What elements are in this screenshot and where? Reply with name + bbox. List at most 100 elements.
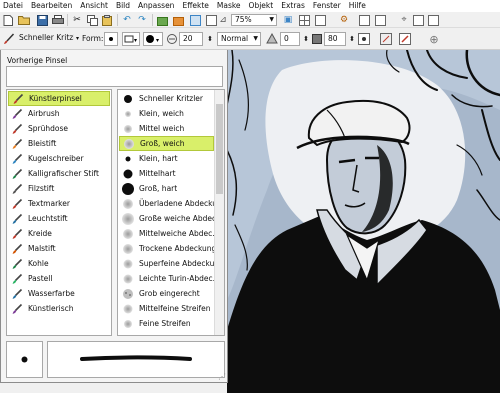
pressure-icon[interactable] — [380, 33, 392, 45]
dock-icon[interactable] — [358, 14, 370, 26]
brush-category-label: Filzstift — [28, 184, 55, 193]
brush-variant-item[interactable]: Groß, hart — [119, 181, 214, 196]
brush-variant-item[interactable]: Große weiche Abdec... — [119, 211, 214, 226]
brush-category-item[interactable]: Kalligrafischer Stift — [8, 166, 110, 181]
brush-variant-item[interactable]: Klein, weich — [119, 106, 214, 121]
brush-variant-item[interactable]: Trockene Abdeckung — [119, 241, 214, 256]
brush-preset-arrow-icon[interactable]: ▾ — [76, 32, 79, 46]
brush-category-item[interactable]: Textmarker — [8, 196, 110, 211]
brush-category-item[interactable]: Airbrush — [8, 106, 110, 121]
drawing-canvas[interactable] — [227, 50, 500, 393]
brush-variant-item[interactable]: Mittel weich — [119, 121, 214, 136]
panel-icon[interactable] — [412, 14, 424, 26]
zoom-select[interactable]: 75% ▼ — [231, 14, 277, 26]
snap-icon[interactable] — [314, 14, 326, 26]
options-icon[interactable]: ⚙ — [338, 14, 350, 26]
menu-maske[interactable]: Maske — [217, 0, 241, 12]
recent-brushes-list[interactable] — [6, 66, 223, 87]
add-preset-icon[interactable]: ⊕ — [428, 33, 440, 46]
menu-ansicht[interactable]: Ansicht — [80, 0, 108, 12]
brush-category-item[interactable]: Künstlerpinsel — [8, 91, 110, 106]
panel-resize-grip-icon[interactable]: ⋰ — [218, 372, 226, 381]
opacity-input[interactable]: 80 — [324, 32, 346, 46]
brush-preset-select[interactable]: Schneller Kritzler — [16, 32, 74, 46]
brush-variant-item[interactable]: Leichte Turin-Abdec... — [119, 271, 214, 286]
variant-list-scrollbar[interactable] — [214, 90, 224, 335]
guides-icon[interactable] — [298, 14, 310, 26]
blend-mode-select[interactable]: Normal ▼ — [217, 32, 261, 46]
brush-category-item[interactable]: Kugelschreiber — [8, 151, 110, 166]
menu-hilfe[interactable]: Hilfe — [349, 0, 366, 12]
calligraphy-pen-icon — [10, 168, 24, 180]
standard-toolbar: ✂ ↶ ↷ ⊿ 75% ▼ ▣ ⚙ ⌖ — [0, 12, 500, 28]
transparency-input[interactable]: 0 — [280, 32, 300, 46]
zoom-in-icon[interactable] — [189, 14, 201, 26]
brush-settings-icon[interactable] — [358, 33, 370, 45]
brush-variant-item[interactable]: Mittelhart — [119, 166, 214, 181]
open-icon[interactable] — [18, 14, 30, 26]
brush-variant-item[interactable]: Feine Streifen — [119, 316, 214, 331]
svg-text:▾: ▾ — [134, 37, 137, 44]
nib-select[interactable]: ▾ — [143, 32, 163, 46]
brush-category-item[interactable]: Pastell — [8, 271, 110, 286]
brush-category-item[interactable]: Sprühdose — [8, 121, 110, 136]
layers-icon[interactable] — [374, 14, 386, 26]
opacity-spinner-icon[interactable]: ⬍ — [346, 33, 358, 45]
brush-variant-item[interactable]: Sehr leicht ausgewas... — [119, 331, 214, 335]
soft-nib-icon — [122, 137, 136, 150]
brush-variant-label: Feine Streifen — [139, 319, 191, 328]
cut-icon[interactable]: ✂ — [71, 14, 83, 26]
brush-variant-label: Klein, weich — [139, 109, 184, 118]
paste-icon[interactable] — [101, 14, 113, 26]
brush-category-item[interactable]: Kreide — [8, 226, 110, 241]
print-icon[interactable] — [52, 14, 64, 26]
brush-category-item[interactable]: Bleistift — [8, 136, 110, 151]
menu-anpassen[interactable]: Anpassen — [138, 0, 174, 12]
brush-variant-item[interactable]: Schneller Kritzler — [119, 91, 214, 106]
highlighter-icon — [10, 198, 24, 210]
form-square-button[interactable]: ▾ — [122, 32, 140, 46]
undo-icon[interactable]: ↶ — [121, 14, 133, 26]
save-icon[interactable] — [36, 14, 48, 26]
brush-variant-item[interactable]: Überladene Abdecku... — [119, 196, 214, 211]
fit-icon[interactable] — [205, 14, 217, 26]
pin-icon[interactable]: ⌖ — [398, 14, 410, 26]
brush-variant-item[interactable]: Superfeine Abdeckung — [119, 256, 214, 271]
brush-category-item[interactable]: Kohle — [8, 256, 110, 271]
brush-category-item[interactable]: Künstlerisch — [8, 301, 110, 316]
form-round-button[interactable] — [104, 32, 118, 46]
brush-variant-label: Leichte Turin-Abdec... — [139, 274, 214, 283]
soft-nib-icon — [121, 257, 135, 271]
window-icon[interactable] — [427, 14, 439, 26]
rulers-icon[interactable]: ⊿ — [217, 14, 229, 26]
menu-bearbeiten[interactable]: Bearbeiten — [31, 0, 72, 12]
menu-objekt[interactable]: Objekt — [249, 0, 274, 12]
export-icon[interactable] — [172, 14, 184, 26]
brush-variant-item[interactable]: Mittelfeine Streifen — [119, 301, 214, 316]
brush-variant-item[interactable]: Klein, hart — [119, 151, 214, 166]
brush-variant-item[interactable]: Mittelweiche Abdec... — [119, 226, 214, 241]
soft-nib-icon — [121, 302, 135, 316]
brush-category-item[interactable]: Leuchtstift — [8, 211, 110, 226]
size-spinner-icon[interactable]: ⬍ — [204, 33, 216, 45]
brush-variant-item[interactable]: Groß, weich — [119, 136, 214, 151]
soft-nib-icon — [121, 317, 135, 331]
brush-variant-item[interactable]: Grob eingerecht — [119, 286, 214, 301]
tablet-icon[interactable] — [399, 33, 411, 45]
nib-size-input[interactable]: 20 — [179, 32, 203, 46]
menu-fenster[interactable]: Fenster — [313, 0, 341, 12]
import-icon[interactable] — [156, 14, 168, 26]
copy-icon[interactable] — [86, 14, 98, 26]
brush-category-item[interactable]: Wasserfarbe — [8, 286, 110, 301]
brush-category-item[interactable]: Malstift — [8, 241, 110, 256]
menu-datei[interactable]: Datei — [3, 0, 23, 12]
brush-category-item[interactable]: Filzstift — [8, 181, 110, 196]
new-document-icon[interactable] — [2, 14, 14, 26]
redo-icon[interactable]: ↷ — [136, 14, 148, 26]
menu-effekte[interactable]: Effekte — [182, 0, 208, 12]
grid-icon[interactable]: ▣ — [282, 14, 294, 26]
menu-extras[interactable]: Extras — [281, 0, 305, 12]
menu-bild[interactable]: Bild — [116, 0, 130, 12]
scrollbar-thumb[interactable] — [216, 104, 223, 194]
soft-nib-icon — [121, 332, 135, 335]
